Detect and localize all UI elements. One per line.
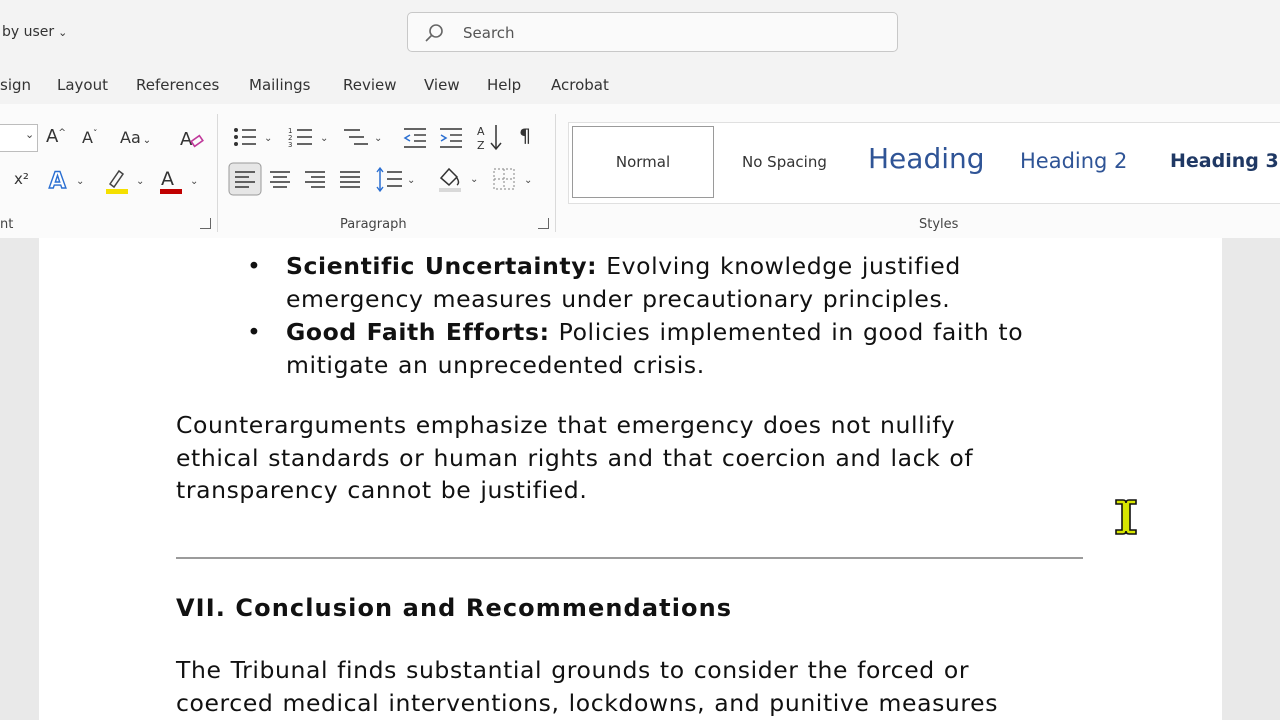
style-heading-2[interactable]: Heading 2 <box>1020 149 1127 173</box>
svg-text:Z: Z <box>477 139 485 152</box>
font-dialog-launcher-icon[interactable] <box>200 218 211 229</box>
svg-text:⌄: ⌄ <box>264 133 272 144</box>
justify-icon[interactable] <box>339 168 361 197</box>
multilevel-list-icon[interactable]: ⌄ <box>342 124 388 157</box>
title-bar: by user ⌄ Search <box>0 0 1280 66</box>
style-no-spacing[interactable]: No Spacing <box>742 153 827 171</box>
align-left-icon[interactable] <box>228 162 262 201</box>
tab-help[interactable]: Help <box>487 76 521 94</box>
change-case-label: Aa <box>120 128 141 147</box>
document-page[interactable]: • Scientific Uncertainty: Evolving knowl… <box>39 238 1222 720</box>
paragraph-counterarguments: Counterarguments emphasize that emergenc… <box>176 409 1076 507</box>
style-normal-label: Normal <box>615 153 671 171</box>
search-box[interactable]: Search <box>407 12 898 52</box>
list-item-text: Scientific Uncertainty: Evolving knowled… <box>286 250 1106 315</box>
styles-gallery: Normal No Spacing Heading Heading 2 Head… <box>568 122 1280 204</box>
increase-indent-icon[interactable] <box>438 124 464 157</box>
paragraph-line: transparency cannot be justified. <box>176 476 588 504</box>
tab-layout[interactable]: Layout <box>57 76 108 94</box>
bullet-text: Evolving knowledge justified <box>597 252 961 280</box>
document-area: • Scientific Uncertainty: Evolving knowl… <box>0 238 1280 720</box>
bullet-text: emergency measures under precautionary p… <box>286 284 951 313</box>
text-effects-icon[interactable]: A ⌄ <box>48 166 88 199</box>
align-right-icon[interactable] <box>304 168 326 197</box>
tab-references[interactable]: References <box>136 76 219 94</box>
tab-acrobat[interactable]: Acrobat <box>551 76 609 94</box>
align-center-icon[interactable] <box>269 168 291 197</box>
tab-view[interactable]: View <box>424 76 460 94</box>
shading-icon[interactable]: ⌄ <box>437 164 483 199</box>
svg-text:A: A <box>477 125 485 138</box>
paragraph-group-label: Paragraph <box>340 217 407 232</box>
shrink-font-label: A <box>82 128 93 147</box>
bullet-text: mitigate an unprecedented crisis. <box>286 350 705 379</box>
shrink-font-button[interactable]: Aˇ <box>82 128 97 147</box>
bullet-icon: • <box>247 252 262 280</box>
borders-icon[interactable]: ⌄ <box>492 166 538 199</box>
chevron-down-icon: ⌄ <box>58 26 68 39</box>
list-item-text: Good Faith Efforts: Policies implemented… <box>286 316 1106 381</box>
numbering-icon[interactable]: 1 2 3 ⌄ <box>288 124 334 157</box>
grow-font-label: A <box>46 126 59 147</box>
paragraph-line: The Tribunal finds substantial grounds t… <box>176 656 970 684</box>
svg-text:A: A <box>180 129 193 150</box>
search-placeholder: Search <box>463 24 515 42</box>
ribbon-separator <box>555 114 556 232</box>
paragraph-conclusion: The Tribunal finds substantial grounds t… <box>176 654 1076 719</box>
superscript-button[interactable]: x² <box>14 170 29 188</box>
section-heading: VII. Conclusion and Recommendations <box>176 594 733 622</box>
menu-bar: sign Layout References Mailings Review V… <box>0 66 1280 104</box>
paragraph-line: coerced medical interventions, lockdowns… <box>176 688 999 717</box>
search-icon <box>425 24 443 42</box>
tab-review[interactable]: Review <box>343 76 397 94</box>
svg-text:⌄: ⌄ <box>320 133 328 144</box>
bullets-icon[interactable]: ⌄ <box>232 124 278 157</box>
sort-icon[interactable]: AZ <box>476 122 504 157</box>
font-size-box[interactable]: ⌄ <box>0 124 38 152</box>
bullet-text: Policies implemented in good faith to <box>549 318 1024 346</box>
grow-font-button[interactable]: A^ <box>46 126 66 147</box>
svg-text:⌄: ⌄ <box>136 176 144 187</box>
bullet-icon: • <box>247 318 262 346</box>
paragraph-dialog-launcher-icon[interactable] <box>538 218 549 229</box>
decrease-indent-icon[interactable] <box>402 124 428 157</box>
svg-text:⌄: ⌄ <box>76 176 84 187</box>
svg-text:⌄: ⌄ <box>524 175 532 186</box>
svg-text:⌄: ⌄ <box>374 133 382 144</box>
style-normal[interactable]: Normal <box>572 126 714 198</box>
svg-text:A: A <box>49 169 66 194</box>
paragraph-line: ethical standards or human rights and th… <box>176 443 974 472</box>
tab-design[interactable]: sign <box>0 76 31 94</box>
bullet-bold-label: Scientific Uncertainty: <box>286 252 598 280</box>
paragraph-line: Counterarguments emphasize that emergenc… <box>176 411 956 439</box>
author-dropdown[interactable]: by user ⌄ <box>2 24 67 40</box>
ribbon: ⌄ A^ Aˇ Aa ⌄ A x² A ⌄ ⌄ A ⌄ nt ⌄ 1 2 3 ⌄ ⌄ AZ … <box>0 104 1280 239</box>
chevron-down-icon: ⌄ <box>25 128 35 141</box>
author-label: by user <box>2 24 55 40</box>
svg-text:3: 3 <box>288 141 292 149</box>
text-cursor-icon <box>1115 499 1137 535</box>
font-color-icon[interactable]: A ⌄ <box>158 166 202 201</box>
ribbon-separator <box>217 114 218 232</box>
svg-text:⌄: ⌄ <box>407 175 415 186</box>
horizontal-rule <box>176 557 1083 559</box>
style-heading-3[interactable]: Heading 3 <box>1170 150 1279 172</box>
styles-group-label: Styles <box>919 217 959 232</box>
style-heading[interactable]: Heading <box>868 142 985 175</box>
highlight-icon[interactable]: ⌄ <box>104 166 148 201</box>
bullet-bold-label: Good Faith Efforts: <box>286 318 550 346</box>
clear-formatting-icon[interactable]: A <box>179 126 205 157</box>
svg-text:A: A <box>161 168 174 190</box>
show-formatting-marks-icon[interactable]: ¶ <box>519 125 531 147</box>
svg-text:⌄: ⌄ <box>470 174 478 185</box>
svg-text:⌄: ⌄ <box>190 176 198 187</box>
change-case-button[interactable]: Aa ⌄ <box>120 128 151 147</box>
line-spacing-icon[interactable]: ⌄ <box>376 166 418 199</box>
font-group-label: nt <box>0 217 14 232</box>
tab-mailings[interactable]: Mailings <box>249 76 310 94</box>
